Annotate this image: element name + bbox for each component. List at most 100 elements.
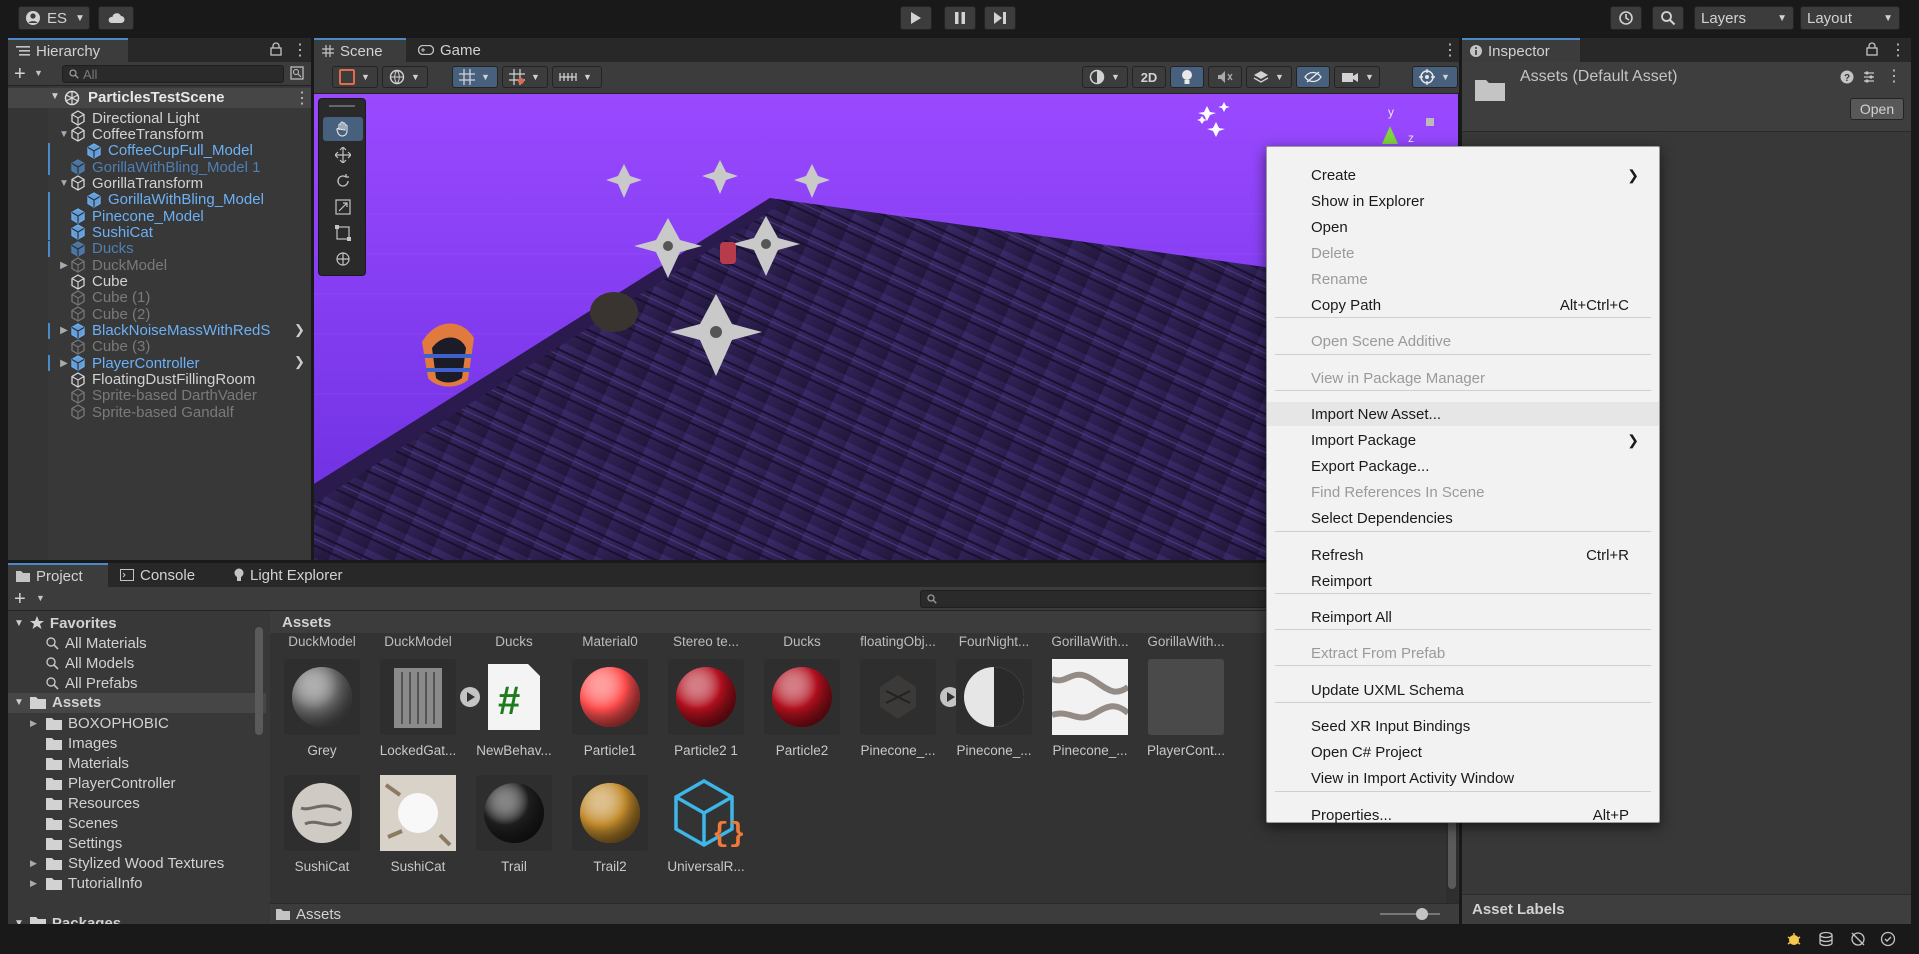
asset-thumbnail[interactable] bbox=[284, 659, 360, 735]
pause-button[interactable] bbox=[944, 6, 976, 30]
context-menu-item[interactable]: Reimport All bbox=[1267, 605, 1659, 629]
gizmos-button[interactable]: ▼ bbox=[1412, 66, 1458, 88]
context-menu-item[interactable]: Import New Asset... bbox=[1267, 402, 1659, 426]
folder-item[interactable]: Settings bbox=[30, 833, 122, 853]
drag-handle[interactable] bbox=[329, 105, 355, 107]
asset-thumbnail[interactable] bbox=[764, 659, 840, 735]
folder-item[interactable]: ▶ TutorialInfo bbox=[30, 873, 142, 893]
chevron-right-icon[interactable]: ❯ bbox=[294, 322, 305, 338]
expand-arrow-icon[interactable]: ▼ bbox=[50, 91, 60, 102]
folder-item[interactable]: PlayerController bbox=[30, 773, 176, 793]
more-options-icon[interactable]: ⋮ bbox=[294, 88, 310, 108]
expand-arrow-icon[interactable]: ▶ bbox=[58, 260, 70, 271]
lighting-toggle-button[interactable] bbox=[1170, 66, 1204, 88]
effects-button[interactable]: ▼ bbox=[1246, 66, 1292, 88]
asset-thumbnail[interactable] bbox=[284, 775, 360, 851]
toggle-2d-button[interactable]: 2D bbox=[1132, 66, 1166, 88]
chevron-down-icon[interactable]: ▼ bbox=[36, 593, 45, 603]
tab-project[interactable]: Project bbox=[8, 563, 108, 587]
scale-tool-button[interactable] bbox=[323, 195, 363, 219]
favorite-item[interactable]: All Materials bbox=[46, 633, 147, 653]
shading-mode-button[interactable]: ▼ bbox=[1082, 66, 1128, 88]
zoom-slider[interactable] bbox=[1380, 908, 1440, 920]
folder-item[interactable]: Images bbox=[30, 733, 117, 753]
help-icon[interactable]: ? bbox=[1840, 70, 1854, 84]
tab-scene[interactable]: Scene bbox=[314, 38, 406, 62]
expand-arrow-icon[interactable]: ▶ bbox=[30, 858, 40, 869]
context-menu-item[interactable]: Refresh Ctrl+R bbox=[1267, 543, 1659, 567]
asset-thumbnail[interactable] bbox=[476, 775, 552, 851]
lock-icon[interactable] bbox=[1866, 42, 1878, 56]
network-off-icon[interactable] bbox=[1850, 931, 1866, 947]
expand-arrow-icon[interactable]: ▼ bbox=[14, 697, 24, 708]
context-menu-item[interactable]: Import Package ❯ bbox=[1267, 428, 1659, 452]
context-menu-item[interactable]: Properties... Alt+P bbox=[1267, 803, 1659, 827]
account-dropdown[interactable]: ES ▼ bbox=[18, 6, 90, 30]
folder-item[interactable]: Materials bbox=[30, 753, 129, 773]
breadcrumb[interactable]: Assets bbox=[296, 906, 341, 923]
asset-thumbnail[interactable] bbox=[1148, 659, 1224, 735]
tab-light-explorer[interactable]: Light Explorer bbox=[226, 563, 366, 587]
context-menu-item[interactable]: Create ❯ bbox=[1267, 163, 1659, 187]
expand-arrow-icon[interactable]: ▶ bbox=[30, 718, 40, 729]
increment-snap-button[interactable]: ▼ bbox=[502, 66, 548, 88]
transform-tool-button[interactable] bbox=[323, 247, 363, 271]
asset-thumbnail[interactable] bbox=[1052, 659, 1128, 735]
open-button[interactable]: Open bbox=[1850, 98, 1904, 120]
context-menu-item[interactable]: Open bbox=[1267, 215, 1659, 239]
audio-toggle-button[interactable] bbox=[1208, 66, 1242, 88]
context-menu-item[interactable]: Show in Explorer bbox=[1267, 189, 1659, 213]
asset-thumbnail[interactable] bbox=[860, 659, 936, 735]
rotate-tool-button[interactable] bbox=[323, 169, 363, 193]
rect-tool-button[interactable] bbox=[323, 221, 363, 245]
zoom-slider-thumb[interactable] bbox=[1416, 908, 1428, 920]
context-menu-item[interactable]: View in Import Activity Window bbox=[1267, 766, 1659, 790]
more-options-icon[interactable]: ⋮ bbox=[292, 40, 308, 60]
expand-arrow-icon[interactable]: ▼ bbox=[58, 178, 70, 189]
more-options-icon[interactable]: ⋮ bbox=[1886, 66, 1902, 86]
hierarchy-item[interactable]: Sprite-based Gandalf bbox=[58, 402, 358, 422]
settings-sliders-icon[interactable] bbox=[1862, 70, 1876, 84]
tab-hierarchy[interactable]: Hierarchy bbox=[8, 38, 128, 62]
chevron-right-icon[interactable]: ❯ bbox=[294, 354, 305, 370]
favorite-item[interactable]: All Prefabs bbox=[46, 673, 138, 693]
layers-dropdown[interactable]: Layers ▼ bbox=[1694, 6, 1794, 30]
camera-button[interactable]: ▼ bbox=[1334, 66, 1380, 88]
context-menu-item[interactable]: Copy Path Alt+Ctrl+C bbox=[1267, 293, 1659, 317]
hierarchy-search-input[interactable]: All bbox=[62, 65, 284, 83]
play-button[interactable] bbox=[900, 6, 932, 30]
context-menu-item[interactable]: Reimport bbox=[1267, 569, 1659, 593]
draw-mode-button[interactable]: ▼ bbox=[332, 66, 378, 88]
move-tool-button[interactable] bbox=[323, 143, 363, 167]
ruler-button[interactable]: ▼ bbox=[552, 66, 602, 88]
asset-thumbnail[interactable]: {} bbox=[668, 775, 744, 851]
folder-item[interactable]: ▶ BOXOPHOBIC bbox=[30, 713, 169, 733]
more-options-icon[interactable]: ⋮ bbox=[1442, 40, 1458, 60]
context-menu-item[interactable]: Select Dependencies bbox=[1267, 506, 1659, 530]
history-button[interactable] bbox=[1610, 6, 1642, 30]
tab-inspector[interactable]: Inspector bbox=[1462, 38, 1580, 62]
expand-arrow-icon[interactable]: ▶ bbox=[58, 358, 70, 369]
asset-thumbnail[interactable] bbox=[380, 659, 456, 735]
tab-game[interactable]: Game bbox=[410, 38, 490, 62]
asset-thumbnail[interactable] bbox=[572, 659, 648, 735]
expand-arrow-icon[interactable]: ▼ bbox=[14, 618, 24, 629]
context-menu-item[interactable]: Seed XR Input Bindings bbox=[1267, 714, 1659, 738]
bug-icon[interactable] bbox=[1786, 931, 1802, 947]
favorites-row[interactable]: ▼ Favorites bbox=[14, 613, 117, 633]
folder-item[interactable]: Scenes bbox=[30, 813, 118, 833]
add-icon[interactable]: + bbox=[14, 63, 26, 86]
search-options-icon[interactable] bbox=[290, 66, 304, 80]
global-toggle-button[interactable]: ▼ bbox=[382, 66, 428, 88]
context-menu-item[interactable]: Open C# Project bbox=[1267, 740, 1659, 764]
asset-thumbnail[interactable] bbox=[380, 775, 456, 851]
cloud-button[interactable] bbox=[98, 6, 134, 30]
assets-root-row[interactable]: ▼ Assets bbox=[8, 693, 266, 713]
project-search-input[interactable] bbox=[920, 590, 1280, 608]
packages-row[interactable]: ▼ Packages bbox=[14, 913, 121, 924]
step-button[interactable] bbox=[984, 6, 1016, 30]
add-icon[interactable]: + bbox=[14, 588, 26, 611]
more-options-icon[interactable]: ⋮ bbox=[1890, 40, 1906, 60]
tree-scrollbar[interactable] bbox=[254, 613, 264, 919]
expand-arrow-icon[interactable]: ▶ bbox=[30, 878, 40, 889]
